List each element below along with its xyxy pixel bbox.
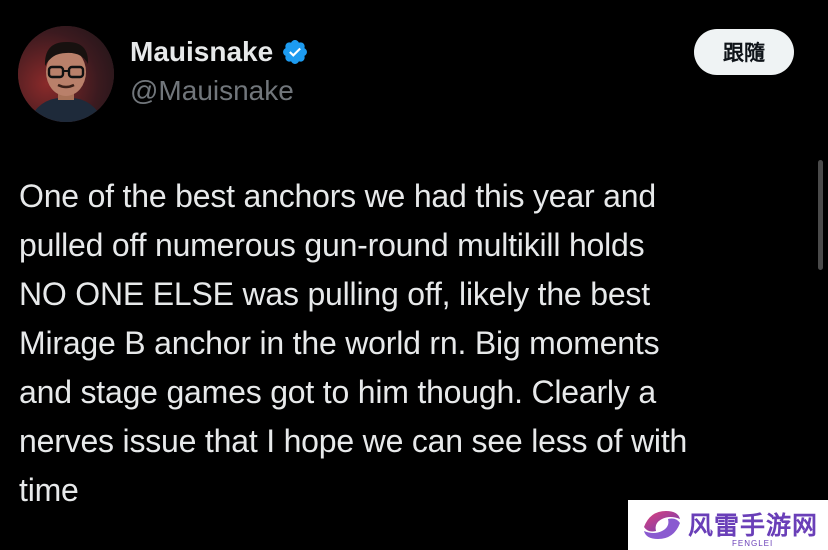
- watermark-name-cn: 风雷手游网: [688, 511, 819, 540]
- tweet-text: One of the best anchors we had this year…: [19, 178, 688, 508]
- fenglei-logo-icon: [640, 505, 684, 545]
- avatar[interactable]: [18, 26, 114, 122]
- display-name[interactable]: Mauisnake: [130, 36, 273, 68]
- watermark-name-en: FENGLEI: [732, 539, 774, 548]
- handle[interactable]: @Mauisnake: [130, 75, 294, 107]
- verified-badge-icon[interactable]: [281, 38, 309, 66]
- scrollbar[interactable]: [815, 0, 828, 550]
- follow-button[interactable]: 跟隨: [694, 29, 794, 75]
- scrollbar-thumb[interactable]: [818, 160, 823, 270]
- watermark: 风雷手游网 FENGLEI: [628, 500, 828, 550]
- watermark-text: 风雷手游网 FENGLEI: [688, 500, 828, 550]
- author-name-row[interactable]: Mauisnake: [130, 34, 309, 70]
- tweet-page: Mauisnake @Mauisnake 跟隨 One of the best …: [0, 0, 828, 550]
- person-avatar-icon: [18, 26, 114, 122]
